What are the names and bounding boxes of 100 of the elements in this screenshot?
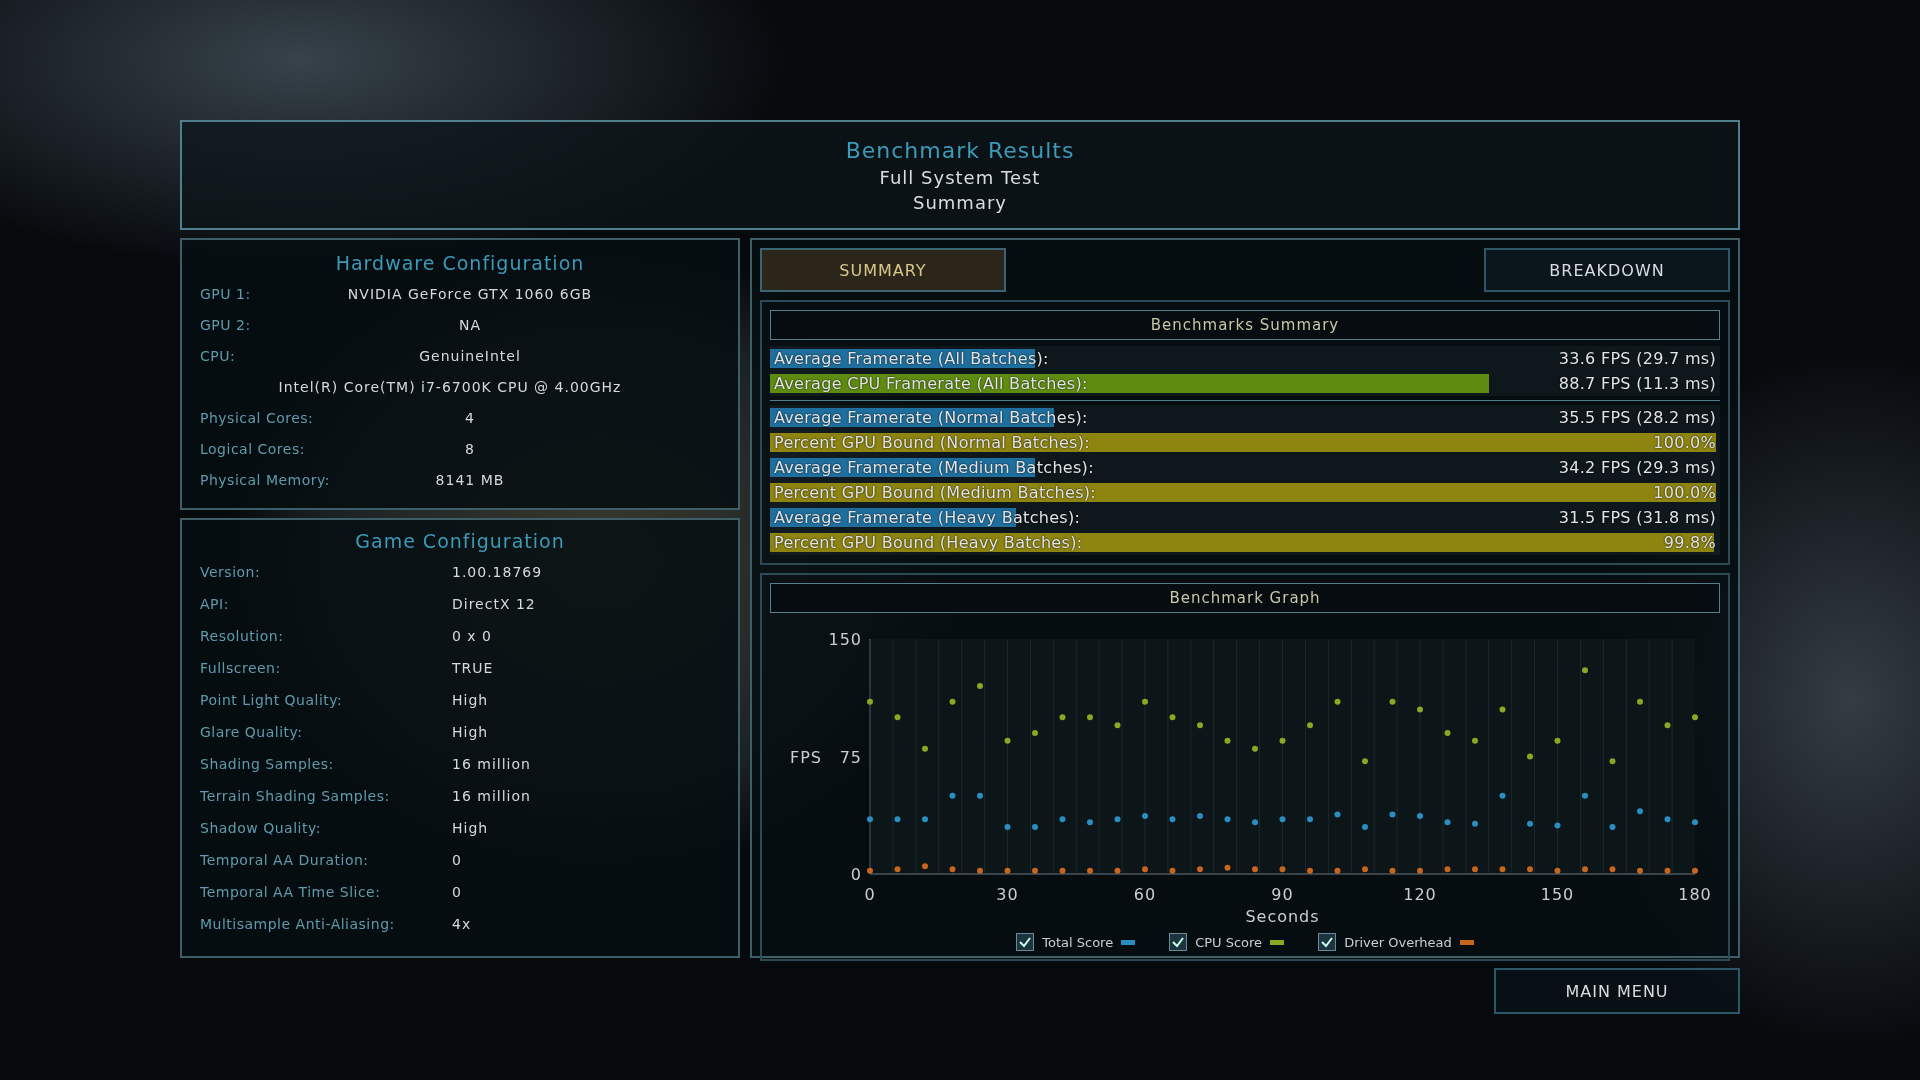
point <box>1307 867 1313 874</box>
point <box>1279 866 1286 873</box>
field-value: 16 million <box>452 788 532 804</box>
point <box>1252 819 1258 826</box>
point <box>949 866 956 873</box>
metric-value: 100.0% <box>1653 483 1716 502</box>
point <box>1417 706 1423 713</box>
metric-value: 100.0% <box>1653 433 1716 452</box>
point <box>949 698 956 705</box>
point <box>867 867 873 874</box>
checkbox[interactable] <box>1016 933 1035 951</box>
point <box>1334 698 1341 705</box>
y-tick-label: 150 <box>828 630 862 649</box>
point <box>922 863 928 870</box>
field-value: 0 <box>452 884 463 900</box>
field-label: Fullscreen: <box>200 660 282 676</box>
field-value: High <box>452 820 490 836</box>
point <box>1389 698 1396 705</box>
x-tick-label: 180 <box>1678 885 1712 904</box>
point <box>1142 813 1148 820</box>
point <box>1582 866 1588 873</box>
point <box>1582 667 1588 674</box>
field-label: Logical Cores: <box>200 441 305 458</box>
x-tick-label: 0 <box>864 885 876 904</box>
point <box>1527 753 1533 760</box>
point <box>922 816 928 823</box>
legend-label: Driver Overhead <box>1344 934 1452 950</box>
point <box>1444 730 1451 736</box>
y-tick-label: 0 <box>850 865 862 884</box>
point <box>1169 714 1176 721</box>
legend-label: CPU Score <box>1195 934 1263 950</box>
metric-value: 34.2 FPS (29.3 ms) <box>1558 458 1716 477</box>
metric-value: 31.5 FPS (31.8 ms) <box>1558 508 1716 527</box>
point <box>1389 867 1396 874</box>
point <box>977 867 983 874</box>
point <box>1664 867 1671 874</box>
field-value: 0 <box>452 852 463 868</box>
point <box>1004 867 1011 874</box>
x-tick-label: 120 <box>1403 885 1437 904</box>
field-label: Shading Samples: <box>200 756 335 772</box>
point <box>894 816 901 823</box>
field-value: High <box>452 692 490 708</box>
y-tick-label: 75 <box>839 747 862 767</box>
point <box>1637 698 1643 705</box>
metric-value: 35.5 FPS (28.2 ms) <box>1558 408 1716 427</box>
point <box>894 714 901 721</box>
field-value: 1.00.18769 <box>452 564 544 580</box>
point <box>1114 722 1121 729</box>
point <box>1307 722 1313 729</box>
checkbox[interactable] <box>1169 933 1188 951</box>
checkbox[interactable] <box>1318 933 1337 951</box>
field-value: Intel(R) Core(TM) i7-6700K CPU @ 4.00GHz <box>278 379 622 395</box>
point <box>1087 867 1093 874</box>
point <box>1362 866 1368 873</box>
section-title: Benchmark Graph <box>770 583 1720 613</box>
field-label: GPU 1: <box>200 285 251 302</box>
x-tick-label: 30 <box>996 885 1019 904</box>
point <box>1224 816 1231 823</box>
point <box>1059 816 1066 823</box>
field-label: Terrain Shading Samples: <box>200 788 391 804</box>
point <box>977 792 983 799</box>
field-label: CPU: <box>200 347 236 364</box>
point <box>1197 813 1203 820</box>
field-label: Temporal AA Duration: <box>200 852 370 868</box>
point <box>1169 816 1176 823</box>
point <box>1472 737 1478 744</box>
point <box>1197 866 1203 873</box>
field-value: 0 x 0 <box>452 628 493 644</box>
field-label: Point Light Quality: <box>200 692 344 708</box>
section-title: Game Configuration <box>355 530 565 552</box>
point <box>1692 819 1698 826</box>
field-label: Physical Cores: <box>200 410 314 427</box>
point <box>867 816 873 823</box>
point <box>1499 706 1506 713</box>
point <box>1499 792 1506 799</box>
main-menu-button[interactable]: MAIN MENU <box>1494 968 1740 1014</box>
subtitle: Full System Test <box>879 166 1041 188</box>
point <box>1087 819 1093 826</box>
point <box>1692 714 1698 721</box>
point <box>1334 867 1341 874</box>
point <box>1637 808 1643 815</box>
tab[interactable]: SUMMARY <box>760 248 1006 292</box>
field-label: Physical Memory: <box>200 472 331 489</box>
field-value: 8141 MB <box>435 472 505 489</box>
point <box>1637 867 1643 874</box>
point <box>1004 737 1011 744</box>
tab[interactable]: BREAKDOWN <box>1484 248 1730 292</box>
point <box>1059 714 1066 721</box>
point <box>1554 737 1561 744</box>
point <box>1197 722 1203 729</box>
field-label: Resolution: <box>200 628 285 644</box>
metric-label: Average CPU Framerate (All Batches): <box>774 374 1088 393</box>
point <box>1334 811 1341 818</box>
point <box>1224 864 1231 871</box>
field-label: Temporal AA Time Slice: <box>200 884 382 900</box>
point <box>1224 737 1231 744</box>
point <box>1417 867 1423 874</box>
point <box>1307 816 1313 823</box>
field-value: 8 <box>465 441 475 458</box>
metric-value: 33.6 FPS (29.7 ms) <box>1558 349 1716 368</box>
